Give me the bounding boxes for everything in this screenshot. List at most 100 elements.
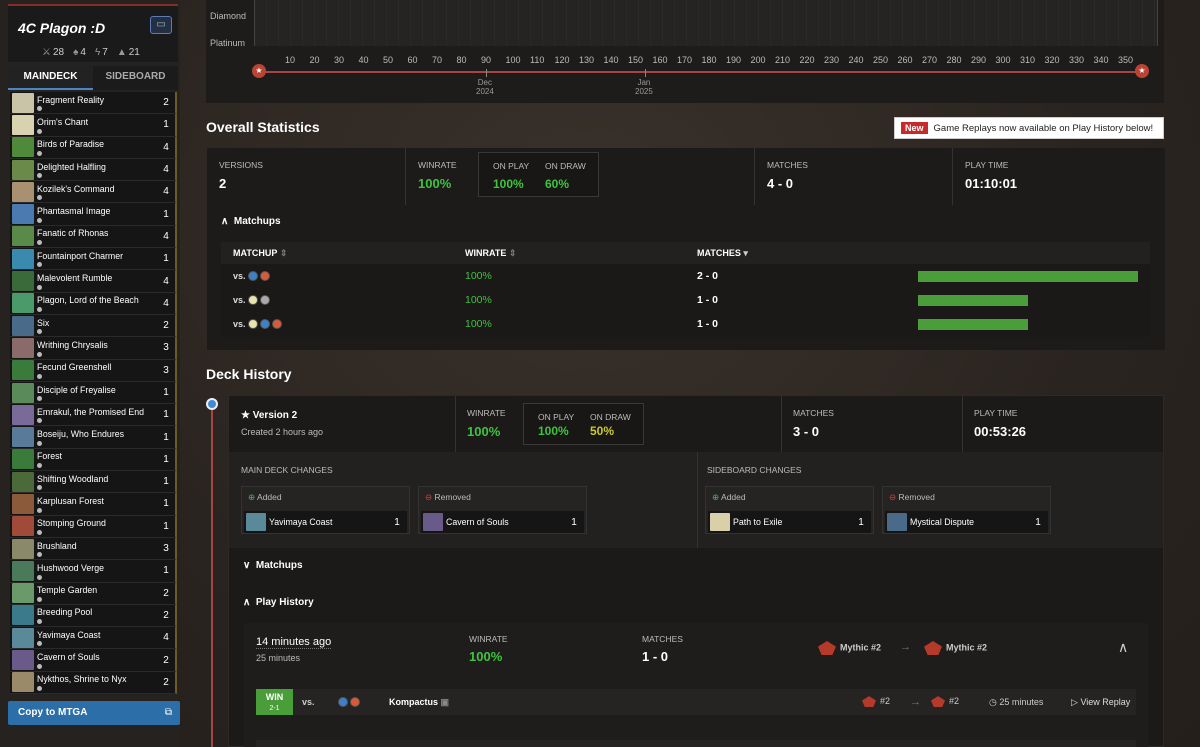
matchups-toggle[interactable]: ∧ Matchups bbox=[221, 216, 281, 227]
card-art bbox=[12, 114, 34, 135]
chart-grid bbox=[254, 0, 1158, 46]
blue-mana-icon bbox=[248, 271, 259, 282]
winrate-column-header[interactable]: WINRATE ⇕ bbox=[465, 248, 516, 259]
card-row[interactable]: Malevolent Rumble 4 bbox=[10, 270, 177, 293]
timeline-end-handle[interactable]: ★ bbox=[1135, 64, 1149, 78]
collapse-chevron-icon[interactable]: ∧ bbox=[1118, 639, 1128, 656]
chevron-down-icon: ∨ bbox=[243, 560, 251, 571]
timeline-slider[interactable] bbox=[258, 71, 1142, 73]
card-row[interactable]: Shifting Woodland 1 bbox=[10, 471, 177, 494]
chart-tick-label: 80 bbox=[456, 55, 467, 65]
mana-cost bbox=[37, 195, 42, 201]
card-row[interactable]: Orim's Chant 1 bbox=[10, 114, 177, 137]
card-row[interactable]: Emrakul, the Promised End 1 bbox=[10, 404, 177, 427]
next-game-row bbox=[256, 740, 1136, 747]
card-art bbox=[12, 92, 34, 113]
card-name: Fountainport Charmer bbox=[37, 250, 124, 261]
card-row[interactable]: Writhing Chrysalis 3 bbox=[10, 337, 177, 360]
chart-tick-label: 170 bbox=[677, 55, 693, 65]
matchup-row[interactable]: vs. 100% 1 - 0 bbox=[221, 288, 1150, 312]
card-row[interactable]: Karplusan Forest 1 bbox=[10, 493, 177, 516]
collapse-sidebar-button[interactable]: ▭ bbox=[150, 16, 172, 34]
card-name: Temple Garden bbox=[37, 585, 98, 596]
timeline-date-marker bbox=[645, 69, 646, 77]
mythic-rank-icon bbox=[924, 641, 942, 655]
other-icon: ▲ bbox=[116, 47, 127, 58]
timeline-date-marker bbox=[486, 69, 487, 77]
card-art bbox=[12, 471, 34, 492]
version-matchups-toggle[interactable]: ∨ Matchups bbox=[243, 560, 303, 571]
replay-notice[interactable]: New Game Replays now available on Play H… bbox=[894, 117, 1164, 139]
tab-sideboard[interactable]: SIDEBOARD bbox=[93, 66, 178, 90]
card-row[interactable]: Disciple of Freyalise 1 bbox=[10, 381, 177, 405]
card-quantity: 3 bbox=[163, 342, 169, 354]
card-row[interactable]: Temple Garden 2 bbox=[10, 582, 177, 605]
card-art bbox=[12, 337, 34, 358]
matchup-bar bbox=[918, 295, 1028, 306]
mana-cost bbox=[37, 507, 42, 513]
chart-tick-label: 350 bbox=[1118, 55, 1134, 65]
versions-label: VERSIONS bbox=[219, 160, 263, 170]
notice-text: Game Replays now available on Play Histo… bbox=[933, 122, 1154, 134]
chart-tick-label: 290 bbox=[971, 55, 987, 65]
copy-to-mtga-button[interactable]: Copy to MTGA ⧉ bbox=[8, 701, 180, 725]
chart-tick-label: 10 bbox=[285, 55, 296, 65]
view-replay-button[interactable]: ▷ View Replay bbox=[1071, 697, 1130, 708]
chart-tick-label: 180 bbox=[701, 55, 717, 65]
changed-card[interactable]: Mystical Dispute 1 bbox=[885, 511, 1048, 533]
card-row[interactable]: Nykthos, Shrine to Nyx 2 bbox=[10, 671, 177, 695]
card-row[interactable]: Fragment Reality 2 bbox=[10, 92, 177, 115]
matchup-column-header[interactable]: MATCHUP ⇕ bbox=[233, 248, 287, 259]
card-row[interactable]: Hushwood Verge 1 bbox=[10, 560, 177, 583]
white-mana-icon bbox=[248, 319, 259, 330]
play-history-toggle[interactable]: ∧ Play History bbox=[243, 597, 314, 608]
tab-maindeck[interactable]: MAINDECK bbox=[8, 66, 93, 90]
changed-card[interactable]: Yavimaya Coast 1 bbox=[244, 511, 407, 533]
spell-icon: ϟ bbox=[94, 47, 101, 58]
card-row[interactable]: Six 2 bbox=[10, 314, 177, 338]
matchup-row[interactable]: vs. 100% 1 - 0 bbox=[221, 312, 1150, 336]
mythic-rank-icon bbox=[862, 696, 876, 708]
card-quantity: 2 bbox=[163, 97, 169, 109]
game-rank-from: #2 bbox=[862, 696, 890, 708]
card-row[interactable]: Fecund Greenshell 3 bbox=[10, 359, 177, 382]
version-playtime-value: 00:53:26 bbox=[974, 424, 1027, 439]
timeline-date-jan: Jan 2025 bbox=[635, 78, 653, 96]
red-mana-icon bbox=[350, 697, 360, 708]
land-icon: ♠ bbox=[73, 47, 79, 58]
card-row[interactable]: Birds of Paradise 4 bbox=[10, 136, 177, 159]
card-row[interactable]: Boseiju, Who Endures 1 bbox=[10, 426, 177, 449]
card-row[interactable]: Breeding Pool 2 bbox=[10, 604, 177, 628]
main-changes-label: MAIN DECK CHANGES bbox=[241, 465, 333, 475]
changed-card[interactable]: Cavern of Souls 1 bbox=[421, 511, 584, 533]
version-playtime-label: PLAY TIME bbox=[974, 408, 1018, 418]
changed-card[interactable]: Path to Exile 1 bbox=[708, 511, 871, 533]
opponent-name: Kompactus ▣ bbox=[389, 697, 450, 707]
card-row[interactable]: Yavimaya Coast 4 bbox=[10, 627, 177, 650]
card-quantity: 4 bbox=[163, 164, 169, 176]
new-badge: New bbox=[901, 122, 928, 134]
card-name: Forest bbox=[37, 451, 62, 462]
card-art bbox=[12, 181, 34, 202]
card-row[interactable]: Brushland 3 bbox=[10, 537, 177, 561]
timeline-start-handle[interactable]: ★ bbox=[252, 64, 266, 78]
game-row[interactable]: WIN 2-1 vs. Kompactus ▣ #2 → #2 ◷ 25 minu… bbox=[256, 689, 1136, 715]
card-quantity: 1 bbox=[163, 520, 169, 532]
card-row[interactable]: Plagon, Lord of the Beach 4 bbox=[10, 292, 177, 315]
matches-column-header[interactable]: MATCHES ▾ bbox=[697, 248, 748, 259]
card-row[interactable]: Phantasmal Image 1 bbox=[10, 203, 177, 226]
card-row[interactable]: Forest 1 bbox=[10, 448, 177, 472]
chart-tick-label: 260 bbox=[897, 55, 913, 65]
card-name: Writhing Chrysalis bbox=[37, 339, 108, 350]
card-name: Breeding Pool bbox=[37, 607, 93, 618]
card-row[interactable]: Delighted Halfling 4 bbox=[10, 158, 177, 182]
matchup-row[interactable]: vs. 100% 2 - 0 bbox=[221, 264, 1150, 288]
card-row[interactable]: Fanatic of Rhonas 4 bbox=[10, 225, 177, 249]
card-row[interactable]: Stomping Ground 1 bbox=[10, 515, 177, 538]
card-row[interactable]: Kozilek's Command 4 bbox=[10, 181, 177, 204]
card-row[interactable]: Cavern of Souls 2 bbox=[10, 649, 177, 672]
card-row[interactable]: Fountainport Charmer 1 bbox=[10, 248, 177, 271]
chart-tick-label: 340 bbox=[1093, 55, 1109, 65]
card-name: Birds of Paradise bbox=[37, 139, 104, 150]
chart-tick-label: 280 bbox=[946, 55, 962, 65]
